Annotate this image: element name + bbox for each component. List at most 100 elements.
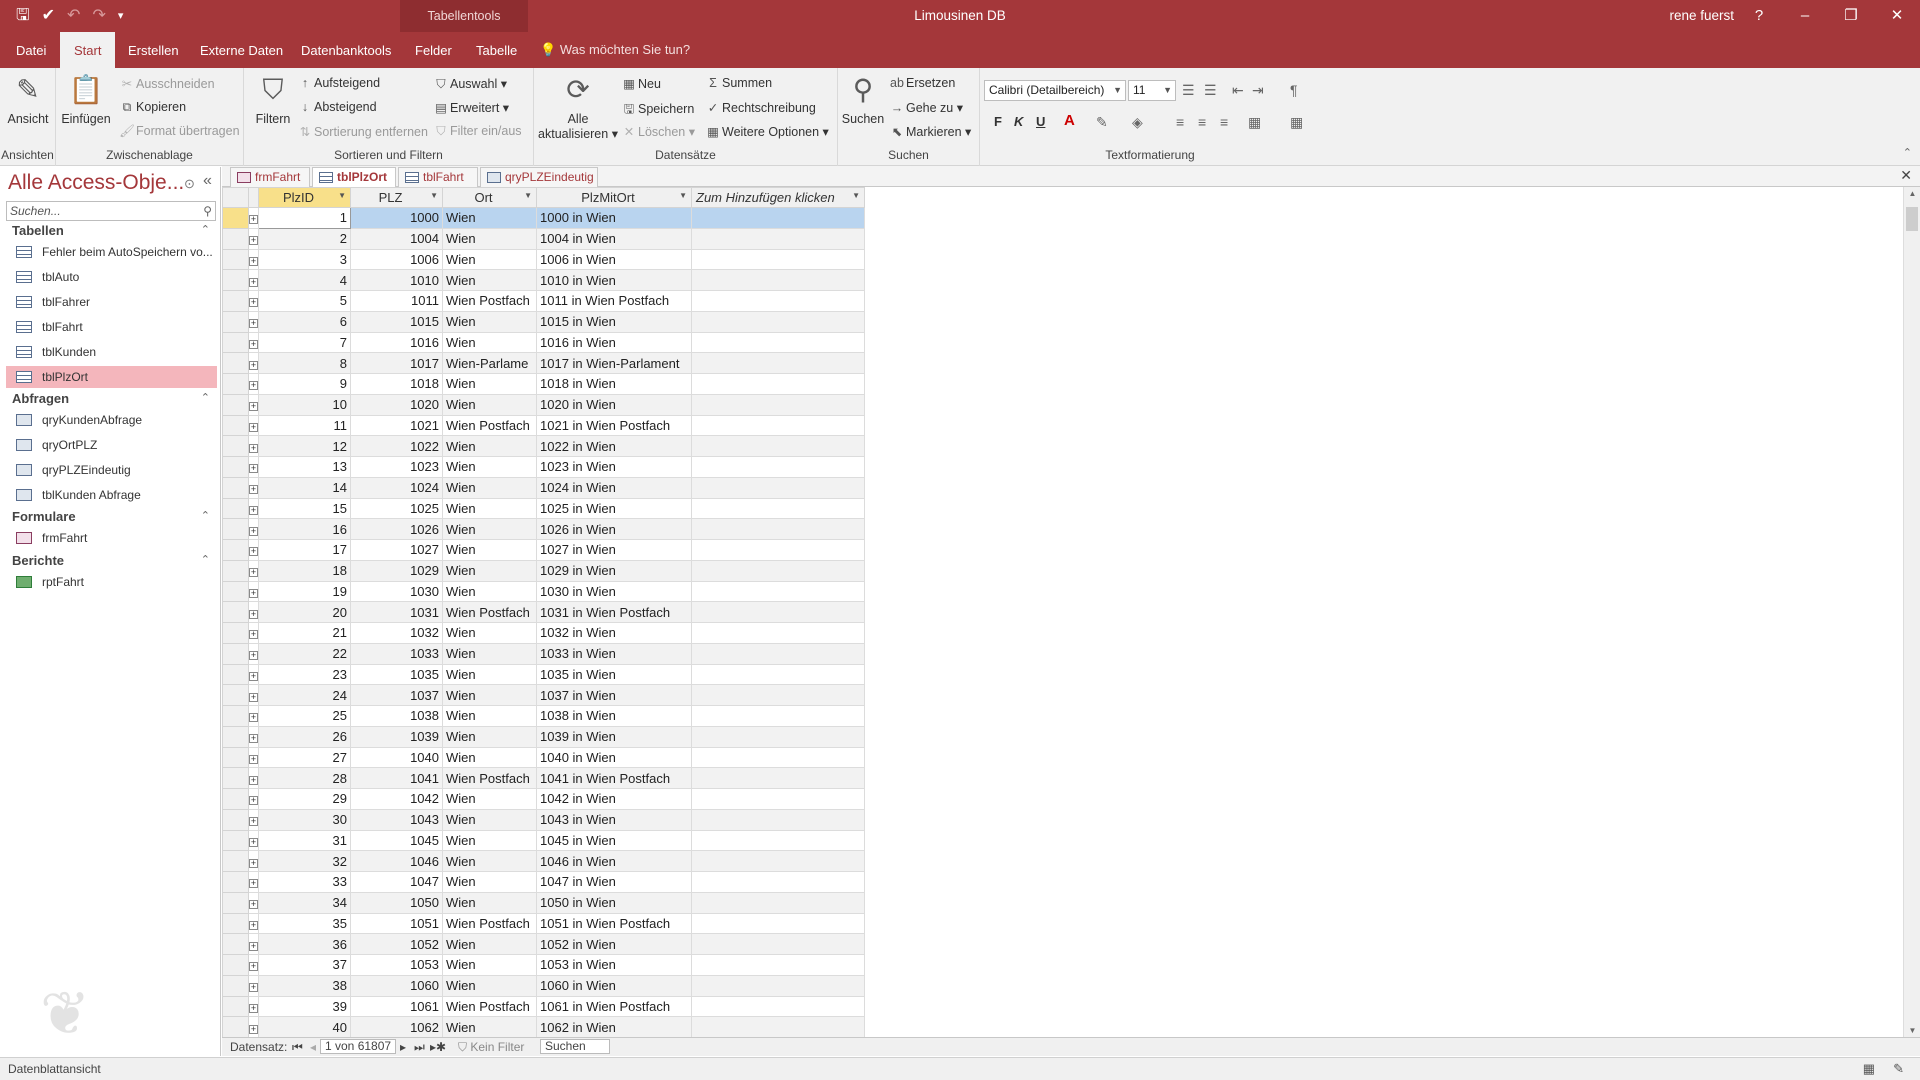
expand-plus-icon[interactable]: + — [249, 277, 258, 287]
scroll-down-icon[interactable]: ▼ — [1904, 1026, 1920, 1035]
cell-plzid[interactable]: 35 — [258, 912, 351, 935]
nav-item-report[interactable]: rptFahrt — [6, 571, 217, 593]
section-formulare[interactable]: Formulare ⌃ — [12, 509, 212, 524]
row-selector[interactable] — [222, 850, 249, 872]
row-expand[interactable]: + — [248, 954, 259, 976]
nav-item-table[interactable]: Fehler beim AutoSpeichern vo... — [6, 241, 217, 263]
font-size-select[interactable]: 11 ▼ — [1128, 80, 1176, 101]
doc-tab-tblplzort[interactable]: tblPlzOrt — [312, 167, 396, 188]
row-selector[interactable] — [222, 788, 249, 810]
cell-plzid[interactable]: 26 — [258, 725, 351, 748]
table-row[interactable]: +7 1016 Wien 1016 in Wien — [222, 331, 865, 354]
cell-plz[interactable]: 1026 — [350, 518, 443, 540]
bold-button[interactable]: F — [994, 114, 1002, 129]
cell-plz[interactable]: 1015 — [350, 310, 443, 333]
expand-plus-icon[interactable]: + — [249, 215, 258, 225]
table-row[interactable]: +17 1027 Wien 1027 in Wien — [222, 539, 865, 561]
weitere-optionen-button[interactable]: ▦ Weitere Optionen ▾ — [704, 124, 829, 139]
expand-plus-icon[interactable]: + — [249, 588, 258, 598]
cell-plzid[interactable]: 30 — [258, 808, 351, 831]
nav-item-query[interactable]: tblKunden Abfrage — [6, 484, 217, 506]
cell-plz[interactable]: 1010 — [350, 269, 443, 291]
close-document-icon[interactable]: ✕ — [1900, 167, 1912, 184]
cell-ort[interactable]: Wien — [442, 974, 537, 997]
cell-plzmitort[interactable]: 1043 in Wien — [536, 808, 692, 831]
row-selector[interactable] — [222, 995, 249, 1018]
table-row[interactable]: +35 1051 Wien Postfach 1051 in Wien Postfac… — [222, 912, 865, 935]
expand-plus-icon[interactable]: + — [249, 962, 258, 972]
cell-add-field[interactable] — [691, 642, 865, 665]
row-expand[interactable]: + — [248, 269, 259, 291]
section-berichte[interactable]: Berichte ⌃ — [12, 553, 212, 568]
cell-plzmitort[interactable]: 1004 in Wien — [536, 227, 692, 250]
cell-plz[interactable]: 1045 — [350, 829, 443, 852]
expand-plus-icon[interactable]: + — [249, 298, 258, 308]
cell-plz[interactable]: 1018 — [350, 373, 443, 395]
cell-plzid[interactable]: 7 — [258, 331, 351, 354]
cell-plzmitort[interactable]: 1060 in Wien — [536, 974, 692, 997]
einfuegen-button[interactable]: 📋 Einfügen — [60, 72, 112, 126]
row-selector[interactable] — [222, 891, 249, 914]
row-expand[interactable]: + — [248, 476, 259, 499]
cell-plzmitort[interactable]: 1024 in Wien — [536, 476, 692, 499]
expand-plus-icon[interactable]: + — [249, 775, 258, 785]
nav-search-input[interactable]: Suchen... ⚲ — [6, 201, 216, 221]
cell-ort[interactable]: Wien — [442, 227, 537, 250]
expand-plus-icon[interactable]: + — [249, 236, 258, 246]
table-row[interactable]: +36 1052 Wien 1052 in Wien — [222, 933, 865, 955]
cell-ort[interactable]: Wien — [442, 788, 537, 810]
cell-add-field[interactable] — [691, 933, 865, 955]
italic-button[interactable]: K — [1014, 114, 1023, 129]
row-selector[interactable] — [222, 725, 249, 748]
expand-plus-icon[interactable]: + — [249, 443, 258, 453]
cell-plzmitort[interactable]: 1030 in Wien — [536, 580, 692, 603]
row-expand[interactable]: + — [248, 746, 259, 769]
cell-plzmitort[interactable]: 1051 in Wien Postfach — [536, 912, 692, 935]
cell-add-field[interactable] — [691, 912, 865, 935]
table-row[interactable]: +2 1004 Wien 1004 in Wien — [222, 227, 865, 250]
cell-plz[interactable]: 1021 — [350, 414, 443, 437]
expand-plus-icon[interactable]: + — [249, 754, 258, 764]
cell-ort[interactable]: Wien — [442, 435, 537, 457]
cell-ort[interactable]: Wien — [442, 663, 537, 686]
user-name[interactable]: rene fuerst — [1669, 8, 1734, 23]
row-expand[interactable]: + — [248, 456, 259, 478]
column-header-plzid[interactable]: PlzID ▼ — [258, 187, 351, 208]
tab-datei[interactable]: Datei — [2, 32, 60, 68]
row-selector[interactable] — [222, 393, 249, 416]
cell-plz[interactable]: 1006 — [350, 248, 443, 271]
cell-add-field[interactable] — [691, 850, 865, 872]
cell-plz[interactable]: 1029 — [350, 559, 443, 582]
expand-plus-icon[interactable]: + — [249, 734, 258, 744]
cell-plzid[interactable]: 38 — [258, 974, 351, 997]
record-position-input[interactable]: 1 von 61807 — [320, 1039, 397, 1054]
cell-ort[interactable]: Wien — [442, 684, 537, 706]
cell-add-field[interactable] — [691, 705, 865, 727]
table-row[interactable]: +3 1006 Wien 1006 in Wien — [222, 248, 865, 271]
nav-item-query[interactable]: qryKundenAbfrage — [6, 409, 217, 431]
cell-add-field[interactable] — [691, 808, 865, 831]
cell-plzmitort[interactable]: 1010 in Wien — [536, 269, 692, 291]
expand-plus-icon[interactable]: + — [249, 547, 258, 557]
cell-plzid[interactable]: 34 — [258, 891, 351, 914]
cell-plz[interactable]: 1041 — [350, 767, 443, 789]
undo-icon[interactable]: ↶ — [67, 6, 80, 26]
cell-plzid[interactable]: 23 — [258, 663, 351, 686]
cell-plzid[interactable]: 19 — [258, 580, 351, 603]
expand-plus-icon[interactable]: + — [249, 485, 258, 495]
tab-externe-daten[interactable]: Externe Daten — [186, 32, 297, 68]
row-expand[interactable]: + — [248, 1016, 259, 1037]
cell-add-field[interactable] — [691, 456, 865, 478]
cell-ort[interactable]: Wien — [442, 331, 537, 354]
row-selector[interactable] — [222, 954, 249, 976]
cell-plzmitort[interactable]: 1046 in Wien — [536, 850, 692, 872]
gridlines-icon[interactable]: ▦ — [1290, 114, 1303, 131]
customize-qat-icon[interactable]: ▾ — [118, 6, 124, 26]
speichern-button[interactable]: 🖫 Speichern — [620, 100, 695, 121]
table-row[interactable]: +30 1043 Wien 1043 in Wien — [222, 808, 865, 831]
cell-plz[interactable]: 1016 — [350, 331, 443, 354]
cell-ort[interactable]: Wien — [442, 1016, 537, 1037]
row-expand[interactable]: + — [248, 850, 259, 872]
alternate-row-color-icon[interactable]: ▦ — [1248, 114, 1261, 131]
cell-plzid[interactable]: 1 — [258, 207, 351, 229]
